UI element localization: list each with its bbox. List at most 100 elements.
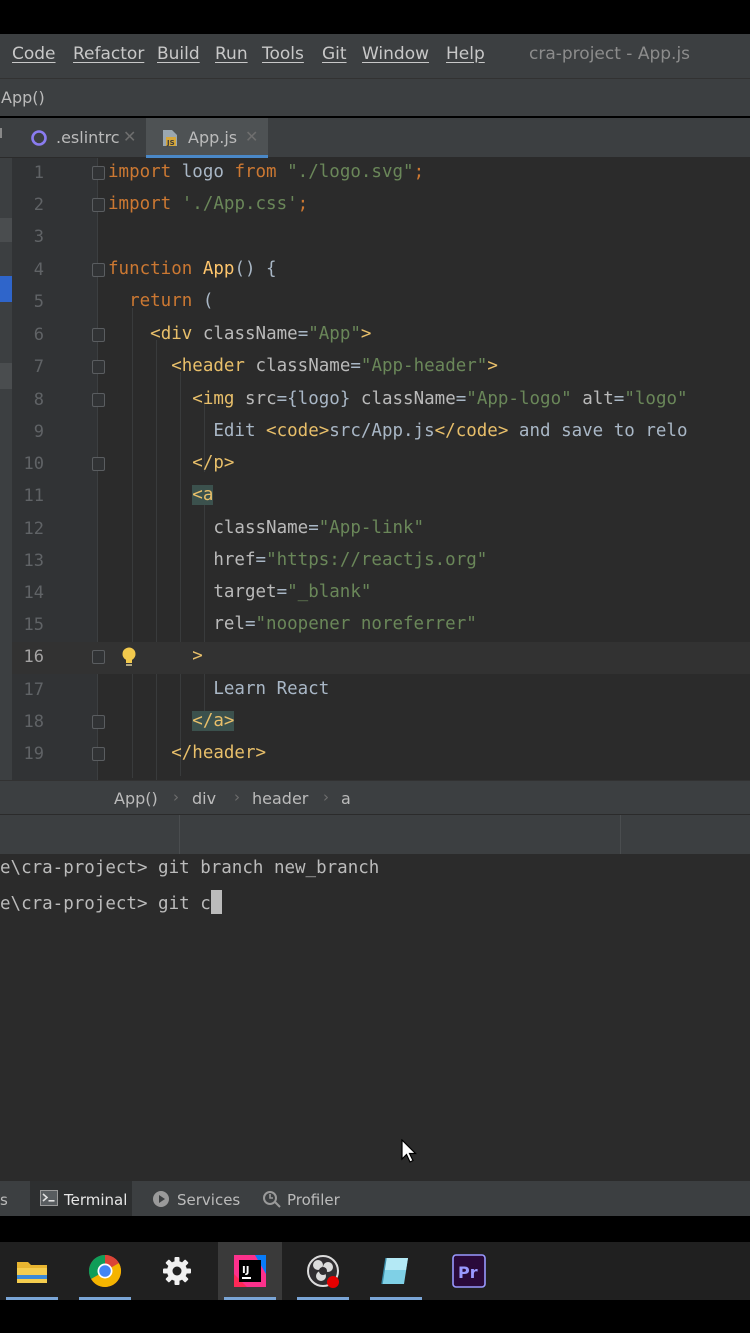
code-editor[interactable]: 1 import logo from "./logo.svg"; 2 impor…: [12, 158, 750, 780]
text-cursor: [210, 890, 222, 914]
terminal-prompt: e\cra-project>: [0, 858, 159, 878]
code-text: Edit <code>src/App.js</code> and save to…: [108, 421, 688, 441]
code-text: function App() {: [108, 259, 277, 279]
menu-run[interactable]: Run: [215, 44, 248, 64]
breadcrumb-div[interactable]: div: [192, 789, 216, 808]
tab-terminal[interactable]: Terminal: [30, 1181, 132, 1217]
intellij-logo-text: IJ: [242, 1265, 249, 1276]
code-text: Learn React: [108, 679, 330, 699]
code-text: <img src={logo} className="App-logo" alt…: [192, 389, 688, 409]
line-number: 16: [23, 647, 44, 667]
code-line: 10 </p>: [12, 449, 750, 481]
terminal-command: git branch new_branch: [158, 858, 380, 878]
code-text: rel="noopener noreferrer": [213, 614, 477, 634]
terminal-output[interactable]: e\cra-project> git branch new_branch e\c…: [0, 854, 750, 1180]
project-marker: [0, 363, 12, 389]
code-line: 15 rel="noopener noreferrer": [12, 610, 750, 642]
line-number: 9: [33, 422, 44, 442]
fold-marker-icon[interactable]: [92, 166, 105, 180]
tab-app-js[interactable]: JS App.js ✕: [146, 118, 268, 158]
taskbar-premiere[interactable]: Pr: [437, 1242, 501, 1300]
menu-refactor[interactable]: Refactor: [73, 44, 144, 64]
terminal-prompt: e\cra-project>: [0, 894, 159, 914]
settings-gear-icon: [163, 1257, 191, 1285]
menu-build[interactable]: Build: [157, 44, 200, 64]
line-number: 19: [23, 744, 44, 764]
breadcrumb: App() › div › header › a: [0, 780, 750, 814]
tab-eslintrc-label: .eslintrc: [56, 128, 120, 147]
breadcrumb-header[interactable]: header: [252, 789, 308, 808]
line-number: 18: [23, 712, 44, 732]
taskbar-settings[interactable]: [145, 1242, 209, 1300]
code-line: 2 import './App.css';: [12, 190, 750, 222]
code-line: 1 import logo from "./logo.svg";: [12, 158, 750, 190]
fold-marker-icon[interactable]: [92, 328, 105, 342]
code-line: 7 <header className="App-header">: [12, 352, 750, 384]
project-marker: [0, 218, 12, 242]
tab-profiler-label: Profiler: [287, 1191, 340, 1209]
taskbar-notepad[interactable]: [364, 1242, 428, 1300]
tab-services-label: Services: [177, 1191, 241, 1209]
line-number: 5: [33, 292, 44, 312]
fold-marker-icon[interactable]: [92, 457, 105, 471]
header-divider: [179, 815, 180, 855]
fold-marker-icon[interactable]: [92, 393, 105, 407]
fold-marker-icon[interactable]: [92, 650, 105, 664]
code-text: import './App.css';: [108, 194, 309, 214]
tool-window-bar: s Terminal Services Profiler: [0, 1180, 750, 1217]
taskbar-intellij[interactable]: IJ: [218, 1242, 282, 1300]
obs-recorder-icon: [307, 1255, 339, 1288]
line-number: 2: [33, 195, 44, 215]
close-icon[interactable]: ✕: [245, 127, 258, 146]
taskbar-obs[interactable]: [291, 1242, 355, 1300]
code-text: return (: [129, 291, 214, 311]
fold-marker-icon[interactable]: [92, 263, 105, 277]
line-number: 17: [23, 680, 44, 700]
screen-bottom-bezel: [0, 1300, 750, 1333]
breadcrumb-a[interactable]: a: [341, 789, 351, 808]
window-bottom-edge: [0, 1216, 750, 1242]
menu-help[interactable]: Help: [446, 44, 485, 64]
code-text: </a>: [192, 711, 235, 731]
breadcrumb-app[interactable]: App(): [114, 789, 158, 808]
fold-marker-icon[interactable]: [92, 747, 105, 761]
code-text: <div className="App">: [150, 324, 372, 344]
line-number: 10: [23, 454, 44, 474]
notepad-icon: [381, 1257, 408, 1285]
taskbar-file-explorer[interactable]: [0, 1242, 64, 1300]
os-taskbar: IJ Pr: [0, 1242, 750, 1300]
close-icon[interactable]: ✕: [123, 127, 136, 146]
fold-marker-icon[interactable]: [92, 198, 105, 212]
taskbar-chrome[interactable]: [73, 1242, 137, 1300]
services-play-icon: [153, 1191, 169, 1207]
tab-services[interactable]: Services: [144, 1181, 244, 1217]
code-text: >: [192, 646, 203, 666]
project-selection-marker: [0, 276, 12, 302]
chevron-right-icon: ›: [173, 788, 179, 806]
window-title: cra-project - App.js: [529, 44, 691, 64]
code-line: 8 <img src={logo} className="App-logo" a…: [12, 385, 750, 417]
fold-marker-icon[interactable]: [92, 360, 105, 374]
line-number: 3: [33, 227, 44, 247]
terminal-icon: [40, 1190, 58, 1206]
header-divider: [620, 815, 621, 855]
menu-git[interactable]: Git: [322, 44, 347, 64]
terminal-panel-header: [0, 814, 750, 855]
menu-code[interactable]: Code: [12, 44, 56, 64]
nav-crumb-app[interactable]: App(): [1, 88, 45, 107]
terminal-line: e\cra-project> git branch new_branch: [0, 858, 379, 878]
premiere-logo-text: Pr: [458, 1263, 478, 1282]
tab-eslintrc[interactable]: .eslintrc ✕: [18, 118, 144, 158]
code-line: 18 </a>: [12, 707, 750, 739]
menu-window[interactable]: Window: [362, 44, 429, 64]
menu-tools[interactable]: Tools: [262, 44, 304, 64]
code-line: 5 return (: [12, 287, 750, 319]
code-text: target="_blank": [213, 582, 372, 602]
tab-profiler[interactable]: Profiler: [254, 1181, 354, 1217]
tool-window-truncated[interactable]: s: [0, 1191, 8, 1209]
code-line: 6 <div className="App">: [12, 320, 750, 352]
fold-marker-icon[interactable]: [92, 715, 105, 729]
chrome-icon: [88, 1255, 122, 1288]
line-number: 4: [33, 260, 44, 280]
tab-app-js-label: App.js: [188, 128, 238, 147]
